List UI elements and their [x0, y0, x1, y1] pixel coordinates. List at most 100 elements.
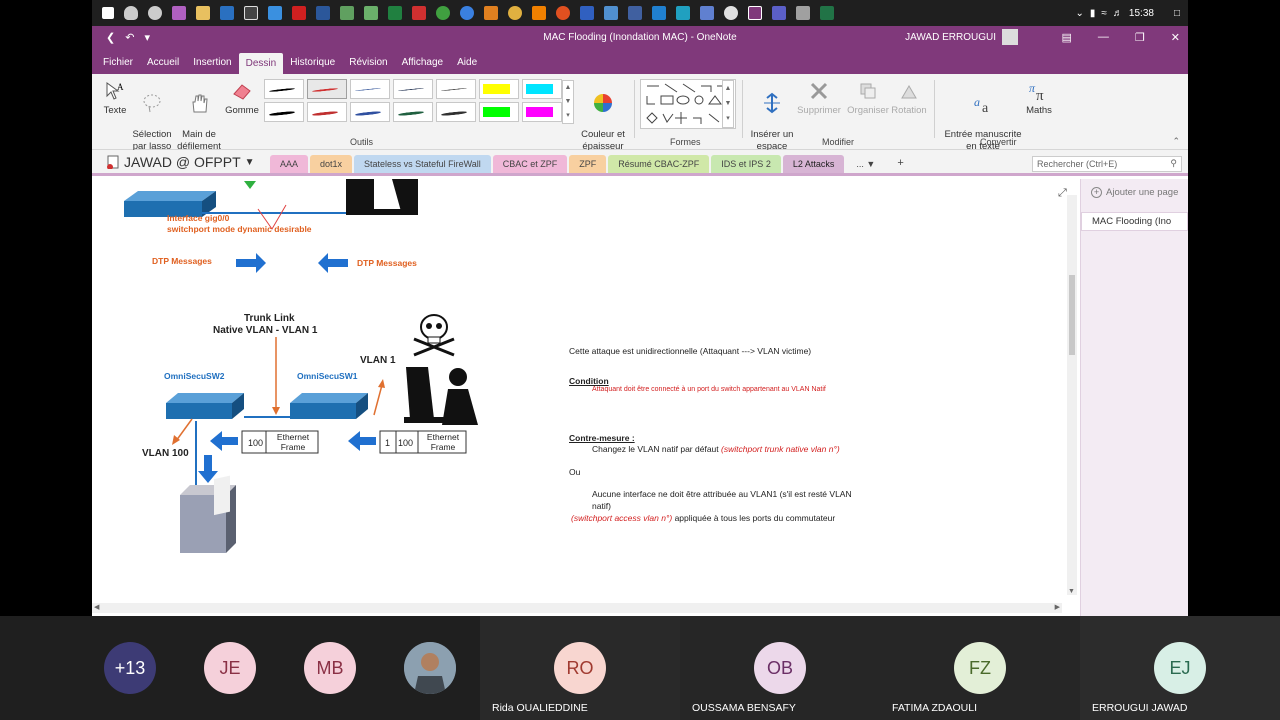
avatar-more[interactable]: +13	[104, 642, 156, 694]
app-icon[interactable]	[724, 6, 738, 20]
volume-icon[interactable]: ♬	[1113, 8, 1123, 19]
pen-swatch[interactable]	[264, 79, 304, 99]
add-page-button[interactable]: + Ajouter une page	[1081, 179, 1188, 198]
menu-affichage[interactable]: Affichage	[395, 57, 451, 74]
pen-swatch[interactable]	[436, 102, 476, 122]
app-icon[interactable]	[556, 6, 570, 20]
app-icon[interactable]	[796, 6, 810, 20]
pen-swatch[interactable]	[350, 79, 390, 99]
close-button[interactable]: ✕	[1171, 31, 1180, 44]
pen-swatch[interactable]	[264, 102, 304, 122]
battery-icon[interactable]: ▮	[1090, 8, 1096, 19]
eraser-button[interactable]: Gomme	[224, 80, 260, 117]
wifi-icon[interactable]: ≈	[1101, 8, 1107, 19]
pan-button[interactable]: Main de défilement	[176, 80, 222, 153]
tab-resume[interactable]: Résumé CBAC-ZPF	[608, 155, 710, 173]
expand-icon[interactable]: ⤢	[1058, 187, 1067, 200]
app-icon[interactable]	[340, 6, 354, 20]
highlighter-swatch[interactable]	[522, 79, 562, 99]
lasso-button[interactable]: Sélection par lasso	[132, 80, 172, 153]
tab-aaa[interactable]: AAA	[270, 155, 309, 173]
search-input[interactable]: Rechercher (Ctrl+E) ⚲	[1032, 156, 1182, 172]
scroll-down-icon[interactable]: ▼	[1068, 588, 1075, 595]
clock[interactable]: 15:38	[1129, 8, 1154, 19]
vertical-scrollbar[interactable]: ▼	[1067, 195, 1077, 595]
participant-tile[interactable]: EJ ERROUGUI JAWAD	[1080, 616, 1280, 720]
avatar-mb[interactable]: MB	[304, 642, 356, 694]
terminal-icon[interactable]	[244, 6, 258, 20]
app-icon[interactable]	[172, 6, 186, 20]
app-icon[interactable]	[676, 6, 690, 20]
arrange-button[interactable]: Organiser	[846, 80, 890, 117]
scroll-right-icon[interactable]: ▶	[1055, 603, 1060, 611]
shapes-scroll[interactable]: ▲ ▼ ▾	[722, 80, 734, 128]
pen-swatch[interactable]	[436, 79, 476, 99]
tab-ids-ips[interactable]: IDS et IPS 2	[711, 155, 781, 173]
app-icon[interactable]	[268, 6, 282, 20]
app-icon[interactable]	[220, 6, 234, 20]
rotate-button[interactable]: Rotation	[890, 80, 928, 117]
tab-cbac-zpf[interactable]: CBAC et ZPF	[492, 155, 568, 173]
menu-insertion[interactable]: Insertion	[186, 57, 238, 74]
tab-dot1x[interactable]: dot1x	[310, 155, 353, 173]
delete-button[interactable]: Supprimer	[796, 80, 842, 117]
menu-fichier[interactable]: Fichier	[96, 57, 140, 74]
collapse-ribbon-icon[interactable]: ⌃	[1172, 136, 1180, 147]
insert-space-button[interactable]: Insérer un espace	[748, 80, 796, 153]
app-icon[interactable]	[364, 6, 378, 20]
highlighter-swatch[interactable]	[479, 79, 519, 99]
page-canvas[interactable]: Interface gig0/0 switchport mode dynamic…	[92, 179, 1080, 616]
page-item[interactable]: MAC Flooding (Ino	[1081, 212, 1188, 231]
app-icon[interactable]	[628, 6, 642, 20]
avatar-photo[interactable]	[404, 642, 456, 694]
app-icon[interactable]	[700, 6, 714, 20]
pen-swatch[interactable]	[393, 102, 433, 122]
menu-aide[interactable]: Aide	[450, 57, 484, 74]
app-icon[interactable]	[436, 6, 450, 20]
ribbon-display-icon[interactable]: ▤	[1062, 31, 1072, 44]
shield-icon[interactable]	[124, 6, 138, 20]
menu-historique[interactable]: Historique	[283, 57, 342, 74]
gear-icon[interactable]	[148, 6, 162, 20]
vlc-icon[interactable]	[532, 6, 546, 20]
tab-zpf[interactable]: ZPF	[569, 155, 607, 173]
menu-accueil[interactable]: Accueil	[140, 57, 186, 74]
scrollbar-thumb[interactable]	[1069, 275, 1075, 355]
add-section-button[interactable]: +	[887, 155, 913, 173]
app-icon[interactable]	[580, 6, 594, 20]
restore-button[interactable]: ❐	[1135, 31, 1145, 44]
participant-tile[interactable]: OB OUSSAMA BENSAFY	[680, 616, 880, 720]
user-account[interactable]: JAWAD ERROUGUI	[905, 29, 1018, 45]
chevron-up-icon[interactable]: ⌄	[1076, 8, 1084, 19]
word-icon[interactable]	[316, 6, 330, 20]
teams-icon[interactable]	[772, 6, 786, 20]
excel-icon[interactable]	[820, 6, 834, 20]
app-icon[interactable]	[412, 6, 426, 20]
highlighter-swatch[interactable]	[479, 102, 519, 122]
app-icon[interactable]	[604, 6, 618, 20]
texte-button[interactable]: A Texte	[100, 80, 130, 117]
app-icon[interactable]	[652, 6, 666, 20]
folder-icon[interactable]	[196, 6, 210, 20]
gallery-scroll[interactable]: ▲ ▼ ▾	[562, 80, 574, 124]
notebook-selector[interactable]: JAWAD @ OFPPT ▼	[106, 154, 255, 170]
math-button[interactable]: ππ Maths	[1024, 80, 1054, 117]
menu-dessin[interactable]: Dessin	[238, 53, 284, 74]
app-icon[interactable]	[484, 6, 498, 20]
menu-revision[interactable]: Révision	[342, 57, 394, 74]
notification-icon[interactable]: □	[1174, 8, 1180, 19]
avatar-je[interactable]: JE	[204, 642, 256, 694]
scroll-left-icon[interactable]: ◀	[94, 603, 99, 611]
participant-tile[interactable]: FZ FATIMA ZDAOULI	[880, 616, 1080, 720]
app-icon[interactable]	[388, 6, 402, 20]
minimize-button[interactable]: —	[1098, 31, 1109, 44]
pen-swatch[interactable]	[393, 79, 433, 99]
horizontal-scrollbar[interactable]: ◀ ▶	[92, 603, 1062, 613]
onenote-icon[interactable]	[748, 6, 762, 20]
pen-swatch[interactable]	[350, 102, 390, 122]
tab-more[interactable]: ... ▼	[846, 155, 885, 173]
tab-l2-attacks[interactable]: L2 Attacks	[782, 155, 845, 173]
pen-swatch[interactable]	[307, 79, 347, 99]
app-icon[interactable]	[508, 6, 522, 20]
tab-firewall[interactable]: Stateless vs Stateful FireWall	[354, 155, 491, 173]
